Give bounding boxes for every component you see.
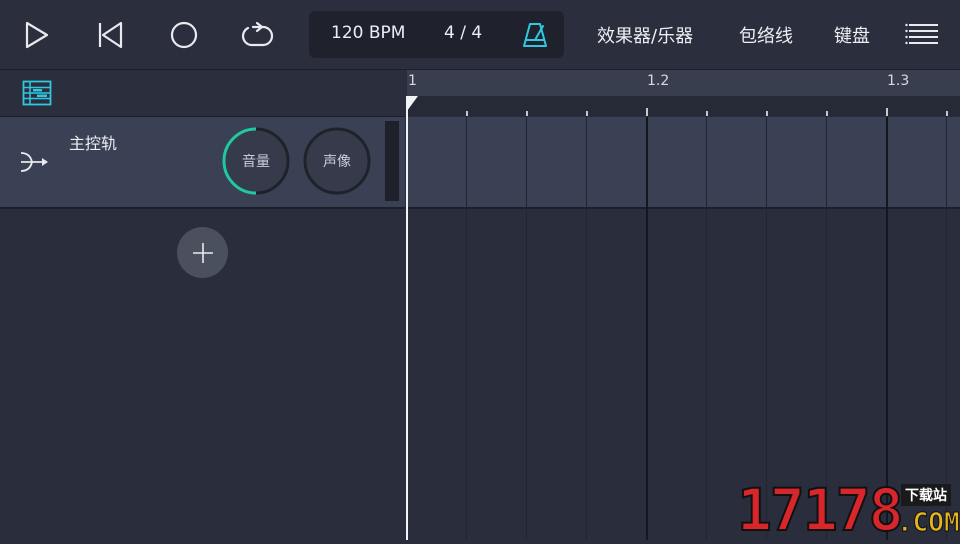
time-signature-display[interactable]: 4 / 4 <box>444 23 482 43</box>
grid-beat-line <box>946 117 947 540</box>
playhead[interactable] <box>406 96 408 540</box>
plus-icon <box>192 242 213 263</box>
grid-bar-line <box>646 117 648 540</box>
ruler-label-1: 1 <box>408 73 417 89</box>
track-list-icon[interactable] <box>22 80 52 106</box>
top-toolbar: 120 BPM 4 / 4 效果器/乐器 包络线 键盘 <box>0 0 960 70</box>
master-track-icon <box>20 152 48 172</box>
menu-icon[interactable] <box>904 18 942 52</box>
watermark-domain: .COM <box>897 508 960 539</box>
envelope-menu[interactable]: 包络线 <box>739 22 793 48</box>
master-track-lane[interactable] <box>407 117 960 209</box>
tempo-signature-panel[interactable]: 120 BPM 4 / 4 <box>309 11 564 58</box>
grid-beat-line <box>706 117 707 540</box>
watermark-tag: 下载站 <box>901 484 951 506</box>
ruler-tick <box>466 111 468 116</box>
watermark-number: 17178 <box>736 475 905 544</box>
ruler-label-1-3: 1.3 <box>887 73 910 89</box>
volume-knob[interactable]: 音量 <box>222 127 290 195</box>
ruler-tick <box>826 111 828 116</box>
skip-back-icon <box>98 21 123 49</box>
bpm-display[interactable]: 120 BPM <box>331 23 405 43</box>
ruler-tick <box>586 111 588 116</box>
add-track-button[interactable] <box>177 227 228 278</box>
ruler-tick <box>886 108 888 116</box>
pan-label: 声像 <box>323 154 351 170</box>
play-button[interactable] <box>15 14 59 56</box>
skip-back-button[interactable] <box>88 14 132 56</box>
ruler-label-bar <box>407 70 960 96</box>
track-name: 主控轨 <box>69 134 118 153</box>
ruler-tick <box>646 108 648 116</box>
record-icon <box>170 21 198 49</box>
keyboard-menu[interactable]: 键盘 <box>834 22 870 48</box>
loop-button[interactable] <box>235 14 279 56</box>
play-icon <box>25 21 49 49</box>
grid-beat-line <box>466 117 467 540</box>
grid-beat-line <box>526 117 527 540</box>
ruler-tick <box>766 111 768 116</box>
master-track[interactable]: 主控轨 音量 声像 <box>0 117 405 209</box>
timeline-ruler[interactable]: 1 1.2 1.3 <box>407 70 960 116</box>
ruler-tick <box>706 111 708 116</box>
watermark-logo: 17178 下载站 .COM <box>736 475 960 544</box>
effects-instruments-menu[interactable]: 效果器/乐器 <box>597 22 693 48</box>
loop-icon <box>241 21 274 47</box>
ruler-label-1-2: 1.2 <box>647 73 670 89</box>
level-meter <box>385 121 399 201</box>
track-list-header <box>0 70 405 117</box>
pan-knob[interactable]: 声像 <box>303 127 371 195</box>
grid-beat-line <box>586 117 587 540</box>
playhead-marker-icon[interactable] <box>407 96 419 112</box>
ruler-tick <box>526 111 528 116</box>
record-button[interactable] <box>162 14 206 56</box>
volume-label: 音量 <box>242 154 270 170</box>
metronome-icon[interactable] <box>520 20 550 50</box>
ruler-tick <box>946 111 948 116</box>
